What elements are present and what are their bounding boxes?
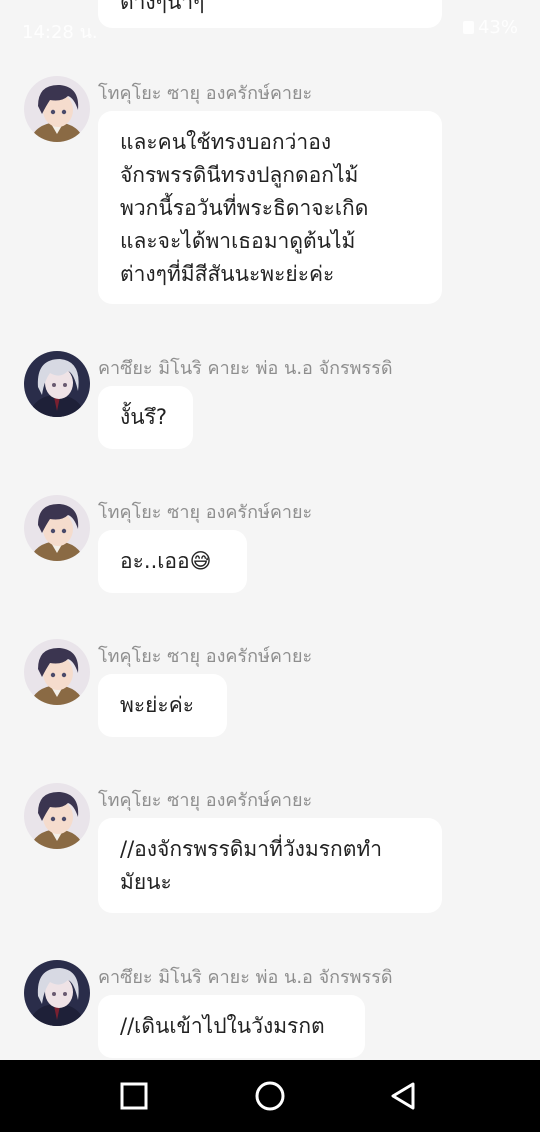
back-icon xyxy=(391,1082,415,1110)
chat-thread[interactable]: ต่างๆนาๆ โทคุโยะ ซายุ องครักษ์คายะ และคน… xyxy=(0,0,540,1060)
sender-name: คาซึยะ มิโนริ คายะ พ่อ น.อ จักรพรรดิ xyxy=(98,967,393,988)
message-bubble[interactable]: และคนใช้ทรงบอกว่าอง จักรพรรดินีทรงปลูกดอ… xyxy=(98,111,442,304)
message-bubble[interactable]: //องจักรพรรดิมาที่วังมรกตทำ มัยนะ xyxy=(98,818,442,913)
brown-haired-boy-avatar-image xyxy=(24,76,90,142)
avatar[interactable] xyxy=(24,76,90,142)
silver-haired-man-avatar-image xyxy=(24,960,90,1026)
home-icon xyxy=(255,1081,285,1111)
sender-name: โทคุโยะ ซายุ องครักษ์คายะ xyxy=(98,502,313,523)
brown-haired-boy-avatar-image xyxy=(24,783,90,849)
message-bubble[interactable]: //เดินเข้าไปในวังมรกต xyxy=(98,995,365,1058)
message-bubble[interactable]: อะ..เออ😅 xyxy=(98,530,247,593)
avatar[interactable] xyxy=(24,351,90,417)
navigation-bar xyxy=(0,1060,540,1132)
sender-name: คาซึยะ มิโนริ คายะ พ่อ น.อ จักรพรรดิ xyxy=(98,358,393,379)
back-button[interactable] xyxy=(386,1078,422,1114)
avatar[interactable] xyxy=(24,960,90,1026)
sender-name: โทคุโยะ ซายุ องครักษ์คายะ xyxy=(98,790,313,811)
sender-name: โทคุโยะ ซายุ องครักษ์คายะ xyxy=(98,646,313,667)
avatar[interactable] xyxy=(24,783,90,849)
recents-icon xyxy=(120,1082,148,1110)
avatar[interactable] xyxy=(24,639,90,705)
recents-button[interactable] xyxy=(116,1078,152,1114)
status-time: 14:28 น. xyxy=(22,22,98,43)
sender-name: โทคุโยะ ซายุ องครักษ์คายะ xyxy=(98,83,313,104)
avatar[interactable] xyxy=(24,495,90,561)
brown-haired-boy-avatar-image xyxy=(24,639,90,705)
chat-screen: ต่างๆนาๆ โทคุโยะ ซายุ องครักษ์คายะ และคน… xyxy=(0,0,540,1132)
home-button[interactable] xyxy=(252,1078,288,1114)
status-bar: 14:28 น. 43% xyxy=(0,0,540,56)
message-bubble[interactable]: งั้นรึ? xyxy=(98,386,193,449)
battery-icon xyxy=(462,21,474,34)
brown-haired-boy-avatar-image xyxy=(24,495,90,561)
battery-level: 43% xyxy=(477,17,518,38)
battery-indicator: 43% xyxy=(462,17,518,38)
silver-haired-man-avatar-image xyxy=(24,351,90,417)
message-bubble[interactable]: พะย่ะค่ะ xyxy=(98,674,227,737)
